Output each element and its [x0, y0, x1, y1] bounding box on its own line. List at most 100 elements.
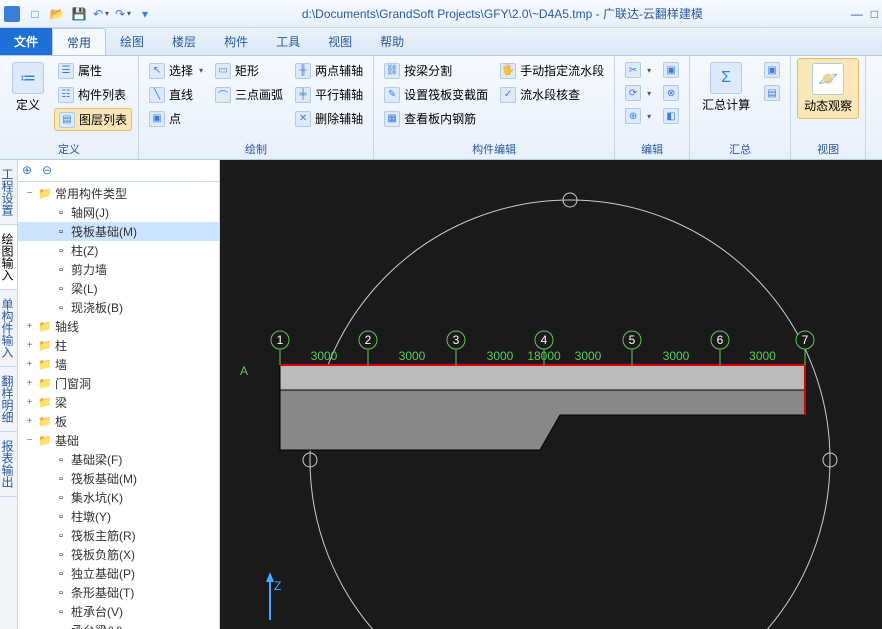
tree-expander[interactable]: +	[24, 378, 35, 389]
tree-item[interactable]: ▫柱(Z)	[18, 241, 219, 260]
tree-expander	[40, 226, 51, 237]
tree-item[interactable]: ▫基础梁(F)	[18, 450, 219, 469]
tree-expander[interactable]: +	[24, 321, 35, 332]
minimize-button[interactable]: —	[851, 7, 863, 21]
edit-btn-3[interactable]: ⊕▾	[621, 106, 655, 126]
maximize-button[interactable]: □	[871, 7, 878, 21]
layer-list-button[interactable]: ▤图层列表	[54, 108, 132, 131]
tree-expand-all[interactable]: ⊕	[22, 163, 38, 179]
define-button[interactable]: ≔ 定义	[6, 58, 50, 117]
tree-item[interactable]: ▫条形基础(T)	[18, 583, 219, 602]
sidetab-3[interactable]: 翻样明细	[0, 367, 17, 432]
pile-icon: ▫	[54, 605, 68, 619]
viewport-3d[interactable]: 123456730003000300030003000300018000 Z A	[220, 160, 882, 629]
tree-expander[interactable]: +	[24, 416, 35, 427]
pier-icon: ▫	[54, 510, 68, 524]
qat-undo[interactable]: ↶▾	[92, 5, 110, 23]
raft-icon: ▫	[54, 472, 68, 486]
qat-open[interactable]: 📂	[48, 5, 66, 23]
sum-extra-2[interactable]: ▤	[760, 83, 784, 103]
tree-collapse-all[interactable]: ⊖	[42, 163, 58, 179]
tree-item[interactable]: ▫承台梁(V)	[18, 621, 219, 629]
menu-工具[interactable]: 工具	[262, 28, 314, 55]
tree-item[interactable]: +📁墙	[18, 355, 219, 374]
tree-item[interactable]: ▫柱墩(Y)	[18, 507, 219, 526]
tree-label: 基础梁(F)	[71, 451, 122, 468]
menu-构件[interactable]: 构件	[210, 28, 262, 55]
qat-redo[interactable]: ↷▾	[114, 5, 132, 23]
view-rebar-button[interactable]: ▦查看板内钢筋	[380, 108, 492, 129]
edit-btn-6[interactable]: ◧	[659, 106, 683, 126]
tree-label: 轴网(J)	[71, 204, 109, 221]
dual-axis-button[interactable]: ╫两点辅轴	[291, 60, 367, 81]
tree-item[interactable]: ▫筏板基础(M)	[18, 222, 219, 241]
menu-楼层[interactable]: 楼层	[158, 28, 210, 55]
define-icon: ≔	[12, 62, 44, 94]
edit-btn-5[interactable]: ⊗	[659, 83, 683, 103]
tree-expander[interactable]: −	[24, 188, 35, 199]
edit-btn-2[interactable]: ⟳▾	[621, 83, 655, 103]
qat-save[interactable]: 💾	[70, 5, 88, 23]
tree-item[interactable]: +📁梁	[18, 393, 219, 412]
folder-icon: 📁	[38, 415, 52, 429]
qat-more[interactable]: ▾	[136, 5, 154, 23]
folder-icon: 📁	[38, 358, 52, 372]
tree-expander[interactable]: +	[24, 340, 35, 351]
qat-new[interactable]: □	[26, 5, 44, 23]
tree-item[interactable]: ▫筏板负筋(X)	[18, 545, 219, 564]
edit-btn-4[interactable]: ▣	[659, 60, 683, 80]
edit-btn-1[interactable]: ✂▾	[621, 60, 655, 80]
tree-item[interactable]: −📁常用构件类型	[18, 184, 219, 203]
tree-item[interactable]: ▫轴网(J)	[18, 203, 219, 222]
fbeam-icon: ▫	[54, 453, 68, 467]
tree-item[interactable]: +📁板	[18, 412, 219, 431]
tree-expander	[40, 454, 51, 465]
sidetab-1[interactable]: 绘图输入	[0, 225, 17, 290]
menu-帮助[interactable]: 帮助	[366, 28, 418, 55]
file-menu[interactable]: 文件	[0, 28, 52, 55]
tree-expander[interactable]: −	[24, 435, 35, 446]
tree-label: 筏板负筋(X)	[71, 546, 135, 563]
tree-item[interactable]: +📁轴线	[18, 317, 219, 336]
parallel-axis-button[interactable]: ╪平行辅轴	[291, 84, 367, 105]
flow-check-button[interactable]: ✓流水段核查	[496, 84, 608, 105]
sidetab-0[interactable]: 工程设置	[0, 160, 17, 225]
select-button[interactable]: ↖选择▾	[145, 60, 207, 81]
point-button[interactable]: ▣点	[145, 108, 207, 129]
props-button[interactable]: ☰属性	[54, 60, 132, 81]
delete-axis-button[interactable]: ✕删除辅轴	[291, 108, 367, 129]
tree-item[interactable]: ▫现浇板(B)	[18, 298, 219, 317]
tree-expander[interactable]: +	[24, 397, 35, 408]
component-list-button[interactable]: ☷构件列表	[54, 84, 132, 105]
tree-label: 柱(Z)	[71, 242, 98, 259]
summary-calc-button[interactable]: Σ 汇总计算	[696, 58, 756, 117]
split-by-beam-button[interactable]: ⛓按梁分割	[380, 60, 492, 81]
manual-flow-button[interactable]: 🖐手动指定流水段	[496, 60, 608, 81]
tree-item[interactable]: ▫筏板主筋(R)	[18, 526, 219, 545]
menu-绘图[interactable]: 绘图	[106, 28, 158, 55]
dynamic-view-button[interactable]: 🪐 动态观察	[797, 58, 859, 119]
line-button[interactable]: ╲直线	[145, 84, 207, 105]
tree-expander	[40, 606, 51, 617]
set-raft-section-button[interactable]: ✎设置筏板变截面	[380, 84, 492, 105]
menu-常用[interactable]: 常用	[52, 28, 106, 55]
tree-label: 板	[55, 413, 67, 430]
tree-item[interactable]: ▫集水坑(K)	[18, 488, 219, 507]
tree-item[interactable]: +📁柱	[18, 336, 219, 355]
tree-item[interactable]: ▫筏板基础(M)	[18, 469, 219, 488]
tree-item[interactable]: ▫剪力墙	[18, 260, 219, 279]
tree-item[interactable]: ▫独立基础(P)	[18, 564, 219, 583]
tree-item[interactable]: −📁基础	[18, 431, 219, 450]
sidetab-2[interactable]: 单构件输入	[0, 290, 17, 367]
tree-item[interactable]: +📁门窗洞	[18, 374, 219, 393]
tree-item[interactable]: ▫桩承台(V)	[18, 602, 219, 621]
sum-extra-1[interactable]: ▣	[760, 60, 784, 80]
menu-视图[interactable]: 视图	[314, 28, 366, 55]
sidetab-4[interactable]: 报表输出	[0, 432, 17, 497]
rect-button[interactable]: ▭矩形	[211, 60, 287, 81]
svg-text:1: 1	[277, 333, 284, 347]
svg-text:3000: 3000	[311, 349, 338, 363]
tree-expander[interactable]: +	[24, 359, 35, 370]
arc-button[interactable]: ⌒三点画弧	[211, 84, 287, 105]
tree-item[interactable]: ▫梁(L)	[18, 279, 219, 298]
